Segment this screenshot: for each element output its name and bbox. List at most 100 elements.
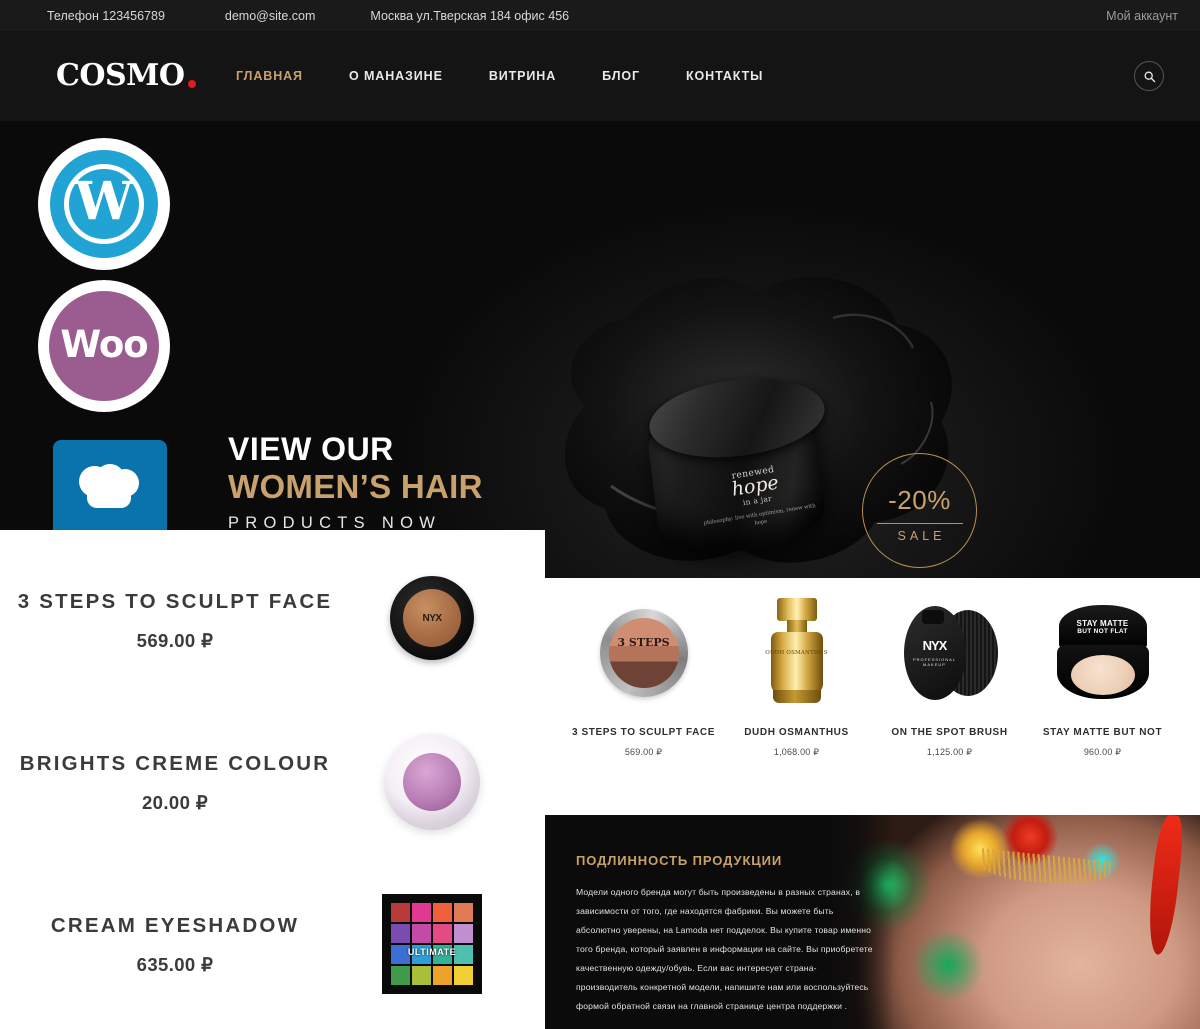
lilac-creme-jar-icon — [384, 734, 480, 830]
product-name: STAY MATTE BUT NOT — [1042, 727, 1163, 738]
product-card[interactable]: OUDH OSMANTHUS DUDH OSMANTHUS 1,068.00 ₽ — [720, 590, 873, 758]
product-price: 960.00 ₽ — [1083, 747, 1122, 757]
product-name: ON THE SPOT BRUSH — [891, 727, 1008, 738]
bronze-powder-pan-icon: NYX — [390, 576, 474, 660]
search-icon — [1144, 71, 1155, 82]
featured-item-title: 3 STEPS TO SCULPT FACE — [17, 590, 333, 613]
featured-item-title: CREAM EYESHADOW — [50, 914, 300, 937]
nyx-brand-mark: NYX — [403, 589, 461, 647]
palette-swatch-7 — [433, 924, 452, 943]
list-item[interactable]: 3 STEPS TO SCULPT FACE 569.00 ₽ NYX — [0, 552, 545, 714]
contact-address: Москва ул.Тверская 184 офис 456 — [370, 8, 570, 23]
palette-label: ULTIMATE — [407, 947, 457, 957]
sale-percent: -20% — [888, 484, 951, 515]
featured-item-title: BRIGHTS CREME COLOUR — [19, 752, 331, 775]
product-card[interactable]: NYX PROFESSIONAL MAKEUP ON THE SPOT BRUS… — [873, 590, 1026, 758]
perfume-label: OUDH OSMANTHUS — [765, 649, 828, 656]
hero-copy: VIEW OUR WOMEN’S HAIR PRODUCTS NOW — [228, 432, 483, 533]
palette-swatch-4 — [454, 903, 473, 922]
gold-perfume-bottle-icon: OUDH OSMANTHUS — [765, 597, 829, 708]
product-card[interactable]: STAY MATTE BUT NOT FLAT STAY MATTE BUT N… — [1026, 590, 1179, 758]
3-steps-palette-icon: 3 STEPS — [599, 608, 688, 697]
product-thumb: OUDH OSMANTHUS — [720, 590, 873, 715]
featured-item-image — [378, 726, 486, 834]
nav-item-home[interactable]: ГЛАВНАЯ — [236, 69, 326, 83]
wordpress-fill: W — [50, 150, 158, 258]
search-button[interactable] — [1134, 61, 1164, 91]
woocommerce-ring: Woo — [38, 280, 170, 412]
compact-line-1: STAY MATTE — [1076, 618, 1129, 628]
badge-divider — [876, 522, 963, 524]
red-paint-stripe — [1144, 815, 1186, 956]
palette-swatch-14 — [412, 966, 431, 985]
palette-swatch-5 — [391, 924, 410, 943]
featured-item-price: 20.00 ₽ — [141, 792, 208, 813]
site-header: COSMO ГЛАВНАЯ О МАНАЗИНЕ ВИТРИНА БЛОГ КО… — [0, 31, 1200, 121]
logo-dot-icon — [187, 80, 196, 88]
chef-hat-icon — [79, 463, 141, 516]
featured-item-price: 569.00 ₽ — [136, 630, 214, 651]
palette-swatch-2 — [412, 903, 431, 922]
featured-products-panel: 3 STEPS TO SCULPT FACE 569.00 ₽ NYX BRIG… — [0, 530, 545, 1029]
matte-compact-icon: STAY MATTE BUT NOT FLAT — [1056, 604, 1149, 701]
ultimate-palette-icon: ULTIMATE — [382, 894, 482, 994]
section-body-text: Модели одного бренда могут быть произвед… — [576, 887, 873, 1012]
main-nav: ГЛАВНАЯ О МАНАЗИНЕ ВИТРИНА БЛОГ КОНТАКТЫ — [236, 69, 786, 83]
page-root: Телефон 123456789 demo@site.com Москва у… — [0, 0, 1200, 1029]
nyx-brand-mark: NYX — [922, 638, 948, 653]
palette-swatch-6 — [412, 924, 431, 943]
palette-swatch-15 — [433, 966, 452, 985]
eyelash-detail — [978, 848, 1112, 890]
palette-face: 3 STEPS — [608, 617, 679, 688]
featured-item-text: BRIGHTS CREME COLOUR 20.00 ₽ — [0, 752, 350, 814]
product-jar-image: renewed hope in a jar philosophy: live w… — [644, 369, 830, 561]
nav-item-showcase[interactable]: ВИТРИНА — [466, 69, 579, 83]
compact-line-2: BUT NOT FLAT — [1077, 627, 1128, 635]
wordpress-logo: W — [38, 138, 170, 270]
contact-email[interactable]: demo@site.com — [225, 9, 316, 23]
product-thumb: NYX PROFESSIONAL MAKEUP — [873, 590, 1026, 715]
section-title: ПОДЛИННОСТЬ ПРОДУКЦИИ — [576, 853, 783, 868]
product-price: 569.00 ₽ — [624, 747, 663, 757]
product-grid: 3 STEPS 3 STEPS TO SCULPT FACE 569.00 ₽ … — [567, 590, 1179, 758]
featured-item-price: 635.00 ₽ — [136, 954, 214, 975]
palette-swatch-3 — [433, 903, 452, 922]
product-name: 3 STEPS TO SCULPT FACE — [571, 727, 716, 738]
product-card[interactable]: 3 STEPS 3 STEPS TO SCULPT FACE 569.00 ₽ — [567, 590, 720, 758]
contact-phone: Телефон 123456789 — [47, 8, 165, 23]
nav-item-about[interactable]: О МАНАЗИНЕ — [326, 69, 466, 83]
sale-badge: -20% SALE — [862, 453, 977, 568]
logo-text: COSMO — [56, 58, 185, 93]
authenticity-content: ПОДЛИННОСТЬ ПРОДУКЦИИ Модели одного брен… — [576, 853, 876, 1029]
product-thumb: 3 STEPS — [567, 590, 720, 715]
my-account-link[interactable]: Мой аккаунт — [1106, 9, 1178, 23]
wordpress-glyph-icon: W — [64, 164, 144, 244]
three-steps-mark: 3 STEPS — [617, 635, 670, 649]
product-price: 1,125.00 ₽ — [926, 747, 973, 757]
product-thumb: STAY MATTE BUT NOT FLAT — [1026, 590, 1179, 715]
nav-item-blog[interactable]: БЛОГ — [579, 69, 663, 83]
featured-item-text: CREAM EYESHADOW 635.00 ₽ — [0, 914, 350, 976]
sale-label: SALE — [897, 528, 946, 543]
palette-swatch-13 — [391, 966, 410, 985]
featured-item-image: ULTIMATE — [378, 888, 486, 996]
featured-item-text: 3 STEPS TO SCULPT FACE 569.00 ₽ — [0, 590, 350, 652]
woocommerce-glyph-icon: Woo — [49, 291, 159, 401]
colorful-makeup-face-image — [830, 815, 1200, 1029]
list-item[interactable]: BRIGHTS CREME COLOUR 20.00 ₽ — [0, 714, 545, 876]
hero-line-2: WOMEN’S HAIR — [228, 467, 483, 505]
palette-swatch-16 — [454, 966, 473, 985]
authenticity-section: ПОДЛИННОСТЬ ПРОДУКЦИИ Модели одного брен… — [545, 815, 1200, 1029]
nav-item-contacts[interactable]: КОНТАКТЫ — [663, 69, 786, 83]
black-brush-icon: NYX PROFESSIONAL MAKEUP — [896, 604, 1004, 702]
woocommerce-logo: Woo — [38, 280, 170, 412]
hero-banner: renewed hope in a jar philosophy: live w… — [0, 121, 1200, 578]
hero-line-1: VIEW OUR — [228, 431, 394, 467]
product-name: DUDH OSMANTHUS — [744, 727, 849, 738]
list-item[interactable]: CREAM EYESHADOW 635.00 ₽ ULTIMATE — [0, 876, 545, 1029]
product-price: 1,068.00 ₽ — [773, 747, 820, 757]
product-strip: 3 STEPS 3 STEPS TO SCULPT FACE 569.00 ₽ … — [545, 578, 1200, 815]
site-logo[interactable]: COSMO — [56, 61, 196, 91]
wordpress-ring: W — [38, 138, 170, 270]
top-bar: Телефон 123456789 demo@site.com Москва у… — [0, 0, 1200, 31]
